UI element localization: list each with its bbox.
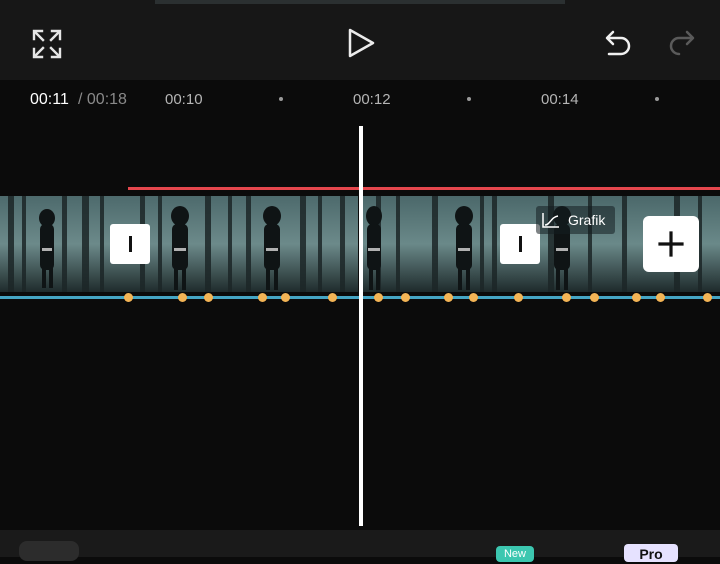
tool-button[interactable] (19, 541, 79, 561)
ruler-tick-label: 00:12 (353, 91, 391, 108)
clip-trim-handle-right[interactable] (500, 224, 540, 264)
keyframe-dot[interactable] (562, 293, 571, 302)
keyframe-dot[interactable] (656, 293, 665, 302)
clip-trim-handle-left[interactable] (110, 224, 150, 264)
graph-icon (542, 213, 559, 228)
keyframe-dot[interactable] (124, 293, 133, 302)
keyframe-dot[interactable] (328, 293, 337, 302)
total-duration: / 00:18 (78, 91, 127, 108)
keyframe-dot[interactable] (258, 293, 267, 302)
new-badge: New (496, 546, 534, 562)
keyframe-dot[interactable] (590, 293, 599, 302)
keyframe-dot[interactable] (703, 293, 712, 302)
ruler-tick-label: 00:14 (541, 91, 579, 108)
ruler-dot (467, 97, 471, 101)
ruler-tick-label: 00:10 (165, 91, 203, 108)
keyframe-dot[interactable] (514, 293, 523, 302)
fullscreen-icon[interactable] (32, 29, 62, 59)
add-clip-button[interactable] (643, 216, 699, 272)
ruler-dot (655, 97, 659, 101)
pro-badge: Pro (624, 544, 678, 562)
play-icon[interactable] (346, 28, 376, 58)
speed-curve-label[interactable]: Grafik (536, 206, 616, 234)
effect-label-text: Grafik (568, 212, 606, 228)
video-preview-edge (155, 0, 565, 4)
keyframe-dot[interactable] (632, 293, 641, 302)
audio-track-line[interactable] (128, 187, 720, 190)
playhead[interactable] (359, 126, 363, 526)
bottom-toolbar (0, 530, 720, 557)
keyframe-dot[interactable] (401, 293, 410, 302)
undo-icon[interactable] (603, 29, 633, 59)
video-clip[interactable] (0, 196, 358, 292)
ruler-dot (279, 97, 283, 101)
redo-icon[interactable] (667, 29, 697, 59)
current-time: 00:11 (30, 91, 69, 108)
keyframe-dot[interactable] (374, 293, 383, 302)
keyframe-dot[interactable] (281, 293, 290, 302)
keyframe-dot[interactable] (178, 293, 187, 302)
keyframe-dot[interactable] (469, 293, 478, 302)
keyframe-dot[interactable] (204, 293, 213, 302)
plus-icon (658, 231, 684, 257)
keyframe-dot[interactable] (444, 293, 453, 302)
